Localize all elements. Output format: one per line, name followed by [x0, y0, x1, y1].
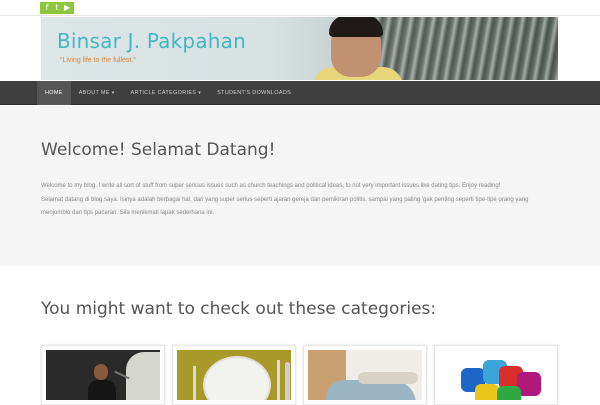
speaker-image [46, 350, 160, 400]
site-title[interactable]: Binsar J. Pakpahan [57, 29, 246, 53]
main-navigation: HOME ABOUT ME ▾ ARTICLE CATEGORIES ▾ STUDE… [0, 81, 600, 105]
banner-trees-image [371, 17, 558, 80]
chevron-down-icon: ▾ [111, 90, 115, 96]
social-links: f t ▶ [40, 2, 74, 14]
nav-item-home[interactable]: HOME [37, 81, 71, 105]
nav-item-label: ARTICLE CATEGORIES [130, 90, 197, 96]
welcome-title: Welcome! Selamat Datang! [41, 140, 276, 160]
header-divider [0, 15, 600, 16]
welcome-section: Welcome! Selamat Datang! Welcome to my b… [0, 106, 600, 266]
nav-item-label: HOME [45, 90, 63, 96]
plate-image [177, 350, 291, 400]
welcome-text: Welcome to my blog. I write all sort of … [41, 180, 556, 221]
category-thumb-puzzle[interactable] [434, 345, 558, 405]
youtube-icon[interactable]: ▶ [62, 2, 72, 14]
nav-item-students-downloads[interactable]: STUDENT'S DOWNLOADS [209, 81, 299, 105]
twitter-icon[interactable]: t [52, 2, 62, 14]
category-thumb-dining[interactable] [172, 345, 296, 405]
cushion-image [308, 350, 422, 400]
welcome-paragraph-english: Welcome to my blog. I write all sort of … [41, 183, 501, 189]
categories-heading: You might want to check out these catego… [41, 299, 437, 319]
nav-item-about-me[interactable]: ABOUT ME ▾ [71, 81, 123, 105]
category-thumb-speaker[interactable] [41, 345, 165, 405]
site-tagline: "Living life to the fullest." [60, 57, 136, 64]
puzzle-heart-image [439, 350, 553, 400]
welcome-paragraph-indonesian: Selamat datang di blog saya. Isinya adal… [41, 196, 529, 217]
category-thumbnails [41, 345, 561, 405]
nav-item-label: ABOUT ME [78, 90, 110, 96]
category-thumb-relax[interactable] [303, 345, 427, 405]
banner-portrait [291, 17, 403, 80]
nav-item-label: STUDENT'S DOWNLOADS [217, 90, 292, 96]
chevron-down-icon: ▾ [198, 90, 202, 96]
facebook-icon[interactable]: f [42, 2, 52, 14]
header-banner[interactable]: Binsar J. Pakpahan "Living life to the f… [41, 17, 558, 80]
nav-item-article-categories[interactable]: ARTICLE CATEGORIES ▾ [123, 81, 210, 105]
